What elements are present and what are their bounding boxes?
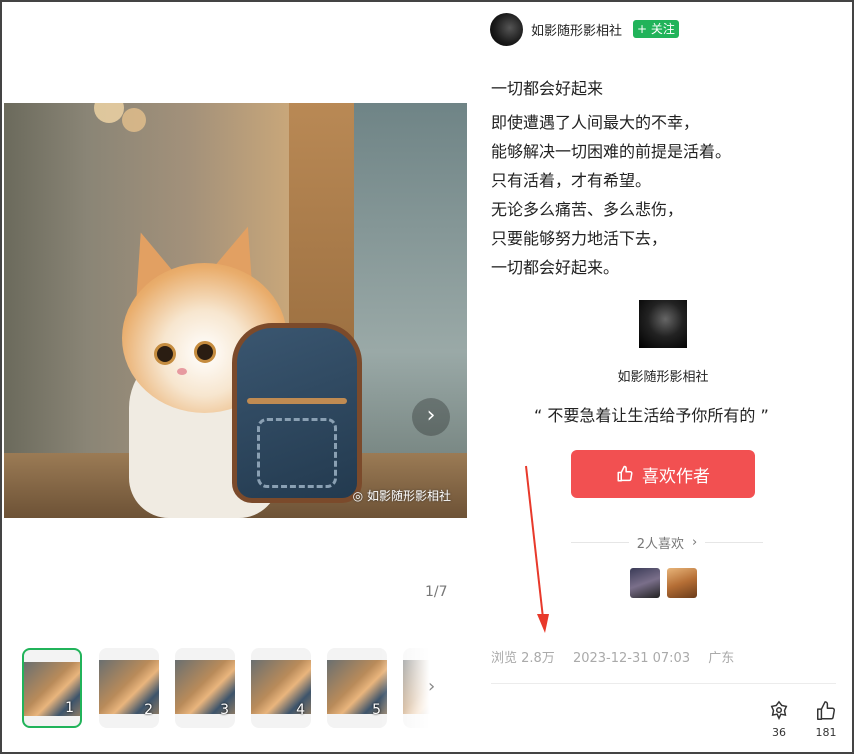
like-button[interactable]: 181: [806, 700, 846, 739]
thumbnail[interactable]: 5: [327, 648, 387, 728]
post-line: 无论多么痛苦、多么悲伤，: [491, 200, 684, 219]
thumbs-up-icon: [817, 701, 835, 720]
chevron-right-icon[interactable]: ›: [428, 676, 435, 697]
thumbs-up-icon: [617, 465, 633, 482]
main-photo[interactable]: ◎ 如影随形影相社 ›: [4, 103, 467, 518]
post-datetime: 2023-12-31 07:03: [572, 651, 691, 666]
thumbnail[interactable]: 1: [22, 648, 82, 728]
share-icon: [770, 700, 788, 721]
likes-row[interactable]: 2人喜欢 ›: [571, 532, 764, 552]
share-count: 36: [772, 726, 786, 739]
post-location: 广东: [708, 651, 735, 666]
post-line: 即使遭遇了人间最大的不幸，: [491, 113, 700, 132]
author-card-avatar[interactable]: [639, 300, 687, 348]
thumbnail-number: 2: [144, 702, 153, 718]
follow-button[interactable]: + 关注: [633, 20, 679, 38]
backpack: [232, 323, 362, 503]
divider: [491, 683, 836, 684]
like-author-label: 喜欢作者: [642, 466, 710, 487]
post-meta: 浏览 2.8万 2023-12-31 07:03 广东: [491, 647, 748, 666]
post-title: 一切都会好起来: [491, 79, 604, 98]
backpack-zip: [247, 398, 347, 404]
thumbnail[interactable]: 4: [251, 648, 311, 728]
thumbnail-number: 4: [296, 702, 305, 718]
author-card-name[interactable]: 如影随形影相社: [613, 366, 713, 385]
thumbnail-number: 1: [65, 700, 74, 716]
post-line: 能够解决一切困难的前提是活着。: [491, 142, 732, 161]
chevron-right-icon: ›: [692, 534, 698, 550]
fan-avatar[interactable]: [630, 568, 660, 598]
likes-count-text: 2人喜欢: [636, 536, 685, 552]
thumbnail[interactable]: 2: [99, 648, 159, 728]
share-button[interactable]: 36: [759, 700, 799, 739]
fan-avatar[interactable]: [667, 568, 697, 598]
image-counter: 1/7: [425, 584, 448, 600]
like-count: 181: [815, 726, 837, 739]
avatar[interactable]: [490, 13, 523, 46]
watermark-text: 如影随形影相社: [366, 489, 451, 503]
chevron-right-icon[interactable]: ›: [412, 398, 450, 436]
thumbnail-number: 3: [220, 702, 229, 718]
post-line: 一切都会好起来。: [491, 258, 620, 277]
like-author-button[interactable]: 喜欢作者: [571, 450, 755, 498]
kitten-eye: [154, 343, 176, 365]
thumbnail-strip: 1 2 3 4 5: [22, 648, 442, 728]
thumbnail[interactable]: 3: [175, 648, 235, 728]
wechat-icon: ◎: [352, 489, 364, 503]
view-count: 浏览 2.8万: [491, 651, 555, 666]
bokeh-light: [122, 108, 146, 132]
kitten-eye: [194, 341, 216, 363]
photo-watermark: ◎ 如影随形影相社: [353, 487, 451, 504]
backpack-pocket: [257, 418, 337, 488]
divider: [705, 541, 764, 543]
kitten-nose: [177, 368, 187, 375]
post-line: 只有活着，才有希望。: [491, 171, 652, 190]
post-line: 只要能够努力地活下去，: [491, 229, 668, 248]
bokeh-light: [94, 103, 124, 123]
author-quote: “ 不要急着让生活给予你所有的 ”: [534, 406, 769, 425]
divider: [571, 541, 629, 543]
author-name[interactable]: 如影随形影相社: [531, 20, 622, 39]
post-body: 即使遭遇了人间最大的不幸， 能够解决一切困难的前提是活着。 只有活着，才有希望。…: [491, 108, 831, 282]
